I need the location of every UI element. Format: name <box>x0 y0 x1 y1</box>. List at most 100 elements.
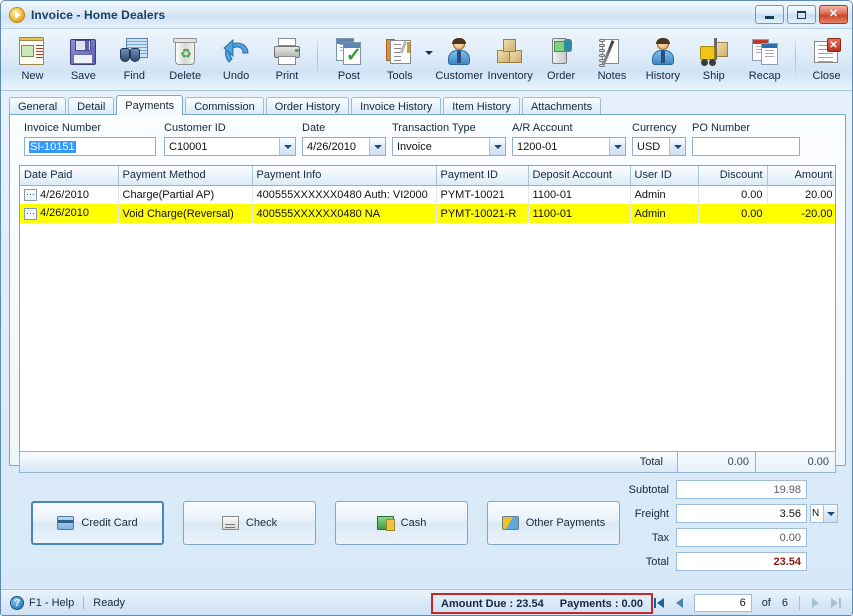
toolbar-inventory-label: Inventory <box>487 70 533 82</box>
previous-record-button[interactable] <box>671 595 688 612</box>
transaction-type-combo[interactable]: Invoice <box>392 137 506 156</box>
toolbar-find-button[interactable]: Find <box>109 33 160 87</box>
col-discount[interactable]: Discount <box>698 166 768 186</box>
payments-label: Payments : 0.00 <box>559 597 643 610</box>
tab-payments[interactable]: Payments <box>116 95 184 115</box>
help-label[interactable]: F1 - Help <box>29 597 74 609</box>
record-navigator: 6 of 6 <box>651 594 844 612</box>
next-record-button[interactable] <box>807 595 824 612</box>
maximize-button[interactable] <box>787 5 816 24</box>
toolbar-history-label: History <box>645 70 680 82</box>
po-number-input[interactable] <box>692 137 800 156</box>
tab-invoice-history[interactable]: Invoice History <box>351 97 442 115</box>
binoculars-icon <box>118 36 150 68</box>
cell-date-paid: ⋯ 4/26/2010 <box>20 185 119 204</box>
order-device-icon <box>545 36 577 68</box>
col-date-paid[interactable]: Date Paid <box>20 166 119 186</box>
chevron-down-icon[interactable] <box>609 138 625 155</box>
customer-id-value: C10001 <box>169 140 208 153</box>
toolbar-history-button[interactable]: History <box>637 33 688 87</box>
close-document-icon: ✕ <box>811 36 843 68</box>
chevron-down-icon[interactable] <box>823 505 837 522</box>
tools-dropdown-arrow-icon[interactable] <box>423 51 434 55</box>
col-payment-id[interactable]: Payment ID <box>436 166 529 186</box>
freight-method-combo[interactable]: N <box>810 504 838 523</box>
help-icon[interactable]: ? <box>10 595 24 610</box>
row-detail-icon[interactable]: ⋯ <box>24 188 37 201</box>
tab-general[interactable]: General <box>9 97 67 115</box>
current-record-input[interactable]: 6 <box>693 594 752 612</box>
toolbar-customer-button[interactable]: Customer <box>434 33 485 87</box>
col-deposit-account[interactable]: Deposit Account <box>528 166 631 186</box>
total-label: Total <box>645 555 669 568</box>
freight-method-value: N <box>812 508 820 519</box>
date-combo[interactable]: 4/26/2010 <box>302 137 386 156</box>
toolbar-inventory-button[interactable]: Inventory <box>485 33 536 87</box>
toolbar-order-label: Order <box>547 70 576 82</box>
table-row[interactable]: ⋯ 4/26/2010 Charge(Partial AP) 400555XXXX… <box>20 185 835 204</box>
tax-row: Tax 0.00 <box>618 527 838 548</box>
payments-panel: Invoice Number Customer ID Date Transact… <box>9 114 846 473</box>
toolbar-new-button[interactable]: New <box>7 33 58 87</box>
toolbar-separator-1 <box>317 35 319 79</box>
cell-discount: 0.00 <box>698 204 768 223</box>
tab-detail[interactable]: Detail <box>68 97 115 115</box>
toolbar-ship-button[interactable]: Ship <box>688 33 739 87</box>
tab-attachments[interactable]: Attachments <box>521 97 602 115</box>
toolbar-tools-button[interactable]: Tools <box>374 33 425 87</box>
other-payments-button[interactable]: Other Payments <box>487 501 620 545</box>
chevron-down-icon[interactable] <box>489 138 505 155</box>
tab-payments-label: Payments <box>125 99 175 112</box>
freight-value[interactable]: 3.56 <box>676 504 807 523</box>
ar-account-combo[interactable]: 1200-01 <box>512 137 626 156</box>
row-detail-icon[interactable]: ⋯ <box>24 207 37 220</box>
currency-combo[interactable]: USD <box>632 137 686 156</box>
check-button[interactable]: Check <box>183 501 316 545</box>
play-circle-icon <box>9 6 25 23</box>
cash-button[interactable]: Cash <box>335 501 468 545</box>
tab-order-history[interactable]: Order History <box>265 97 350 115</box>
tab-general-label: General <box>18 100 58 113</box>
date-label: Date <box>302 122 326 134</box>
toolbar-close-button[interactable]: ✕ Close <box>801 33 852 87</box>
toolbar-delete-button[interactable]: ♻ Delete <box>160 33 211 87</box>
notes-pen-icon <box>596 36 628 68</box>
minimize-icon <box>765 15 774 19</box>
freight-row: Freight 3.56 N <box>618 503 838 524</box>
credit-card-button[interactable]: Credit Card <box>31 501 164 545</box>
toolbar-post-button[interactable]: ✓ Post <box>323 33 374 87</box>
tab-detail-label: Detail <box>77 100 106 113</box>
col-amount[interactable]: Amount <box>767 166 835 186</box>
col-payment-info[interactable]: Payment Info <box>252 166 437 186</box>
minimize-button[interactable] <box>755 5 784 24</box>
chevron-down-icon[interactable] <box>669 138 685 155</box>
toolbar-print-button[interactable]: Print <box>262 33 313 87</box>
customer-id-combo[interactable]: C10001 <box>164 137 296 156</box>
cell-amount: 20.00 <box>767 185 835 204</box>
cash-label: Cash <box>400 517 427 529</box>
total-value: 23.54 <box>676 552 807 571</box>
tab-commission[interactable]: Commission <box>185 97 264 115</box>
toolbar-notes-button[interactable]: Notes <box>587 33 638 87</box>
last-record-button[interactable] <box>827 595 844 612</box>
toolbar-recap-button[interactable]: Recap <box>739 33 790 87</box>
toolbar-order-button[interactable]: Order <box>536 33 587 87</box>
tab-invoice-history-label: Invoice History <box>360 100 433 113</box>
first-record-button[interactable] <box>651 595 668 612</box>
col-user-id[interactable]: User ID <box>630 166 699 186</box>
payments-grid[interactable]: Date Paid Payment Method Payment Info Pa… <box>19 165 836 456</box>
main-toolbar: New Save Find ♻ Delete Undo Print ✓ Post… <box>1 29 852 91</box>
table-row[interactable]: ⋯ 4/26/2010 Void Charge(Reversal) 400555X… <box>20 204 835 223</box>
cell-deposit-account: 1100-01 <box>528 204 631 223</box>
tab-item-history[interactable]: Item History <box>443 97 520 115</box>
toolbar-save-button[interactable]: Save <box>58 33 109 87</box>
chevron-down-icon[interactable] <box>369 138 385 155</box>
chevron-down-icon[interactable] <box>279 138 295 155</box>
toolbar-undo-button[interactable]: Undo <box>211 33 262 87</box>
col-payment-method[interactable]: Payment Method <box>118 166 253 186</box>
grid-total-amount: 0.00 <box>756 451 836 473</box>
close-button[interactable]: ✕ <box>819 5 848 24</box>
post-checkmark-icon: ✓ <box>333 36 365 68</box>
invoice-number-input[interactable]: SI-10151 <box>24 137 156 156</box>
toolbar-post-label: Post <box>337 70 360 82</box>
